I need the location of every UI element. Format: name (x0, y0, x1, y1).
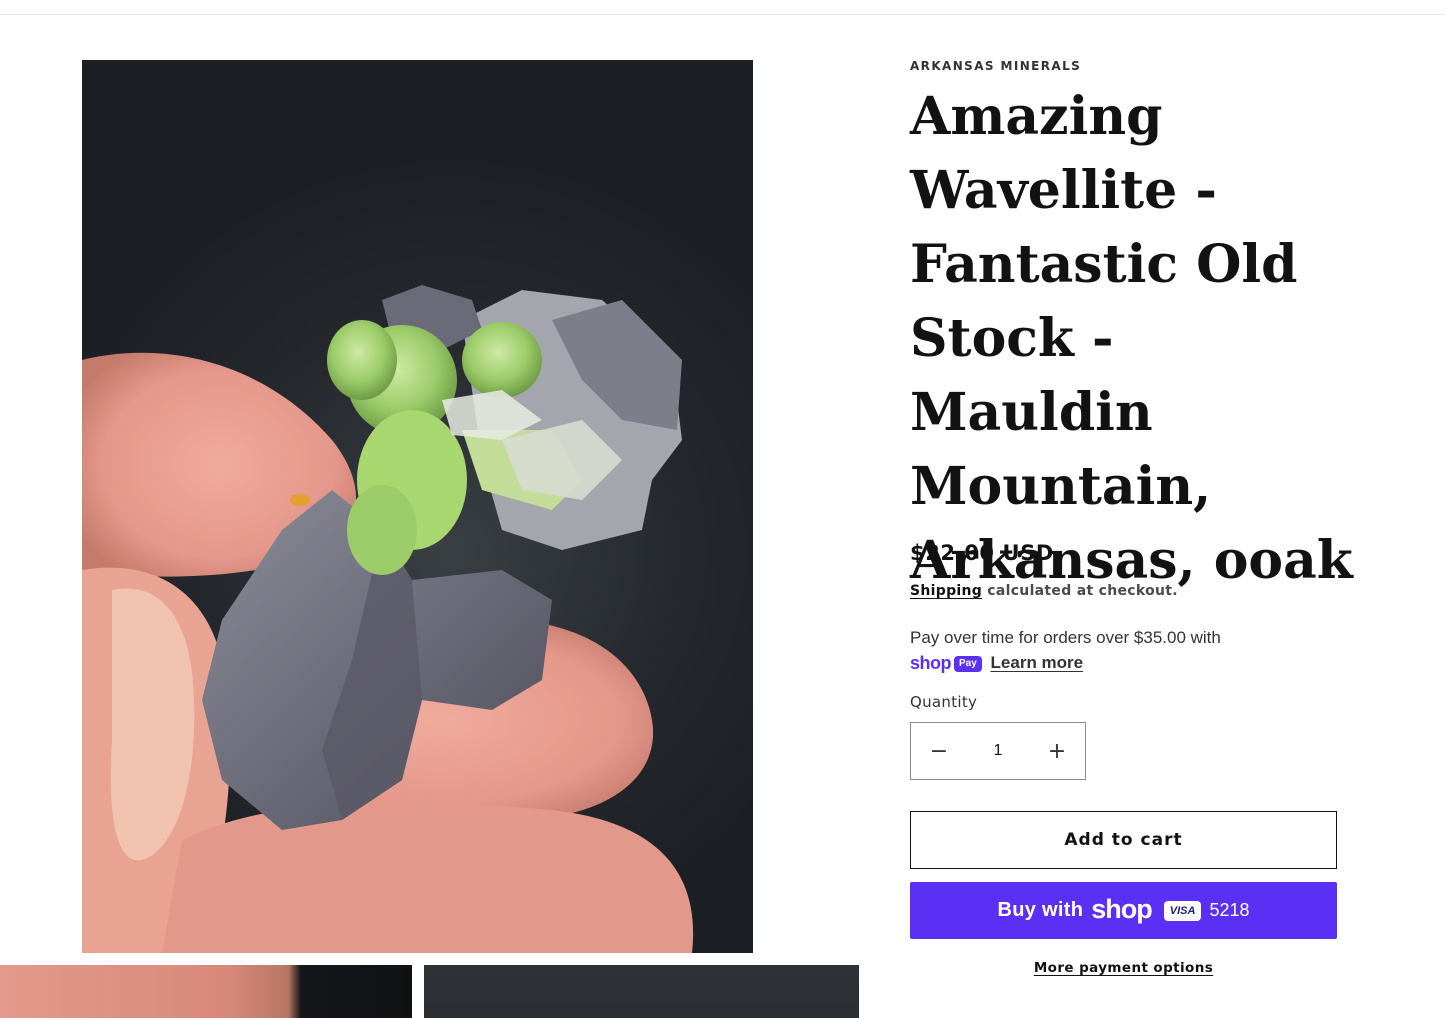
product-price: $22.00 USD (910, 541, 1054, 565)
main-product-image[interactable] (82, 60, 753, 953)
quantity-label: Quantity (910, 693, 978, 711)
buy-with-shop-pay-button[interactable]: Buy with shop VISA 5218 (910, 882, 1337, 939)
installments-banner: Pay over time for orders over $35.00 wit… (910, 625, 1330, 676)
quantity-input[interactable] (967, 723, 1029, 779)
gallery-thumbnail-2[interactable] (424, 965, 859, 1018)
shipping-link[interactable]: Shipping (910, 583, 982, 599)
more-payment-options-link[interactable]: More payment options (1034, 960, 1213, 976)
product-photo-illustration (82, 285, 694, 953)
quantity-increase-button[interactable]: + (1029, 723, 1085, 779)
shipping-note: Shipping calculated at checkout. (910, 583, 1178, 599)
shipping-note-text: calculated at checkout. (982, 583, 1178, 599)
card-last-four: 5218 (1209, 900, 1250, 920)
shop-logo-icon: shop (1091, 893, 1152, 924)
shop-pay-pill: Pay (954, 655, 982, 672)
product-page: ARKANSAS MINERALS Amazing Wavellite - Fa… (0, 0, 1445, 1018)
vendor-label: ARKANSAS MINERALS (910, 59, 1082, 73)
more-payment-options: More payment options (910, 960, 1337, 976)
shop-pay-word: shop (910, 653, 952, 674)
shop-pay-icon: shop Pay (910, 651, 982, 676)
gallery-thumbnail-1[interactable] (0, 965, 412, 1018)
header-divider (0, 14, 1445, 15)
add-to-cart-button[interactable]: Add to cart (910, 811, 1337, 869)
visa-card-icon: VISA (1163, 900, 1202, 921)
product-title: Amazing Wavellite - Fantastic Old Stock … (910, 86, 1353, 591)
quantity-decrease-button[interactable]: − (911, 723, 967, 779)
buy-with-label: Buy with (997, 899, 1084, 921)
quantity-stepper: − + (910, 722, 1086, 780)
learn-more-link[interactable]: Learn more (991, 653, 1084, 672)
installments-text: Pay over time for orders over $35.00 wit… (910, 628, 1221, 647)
